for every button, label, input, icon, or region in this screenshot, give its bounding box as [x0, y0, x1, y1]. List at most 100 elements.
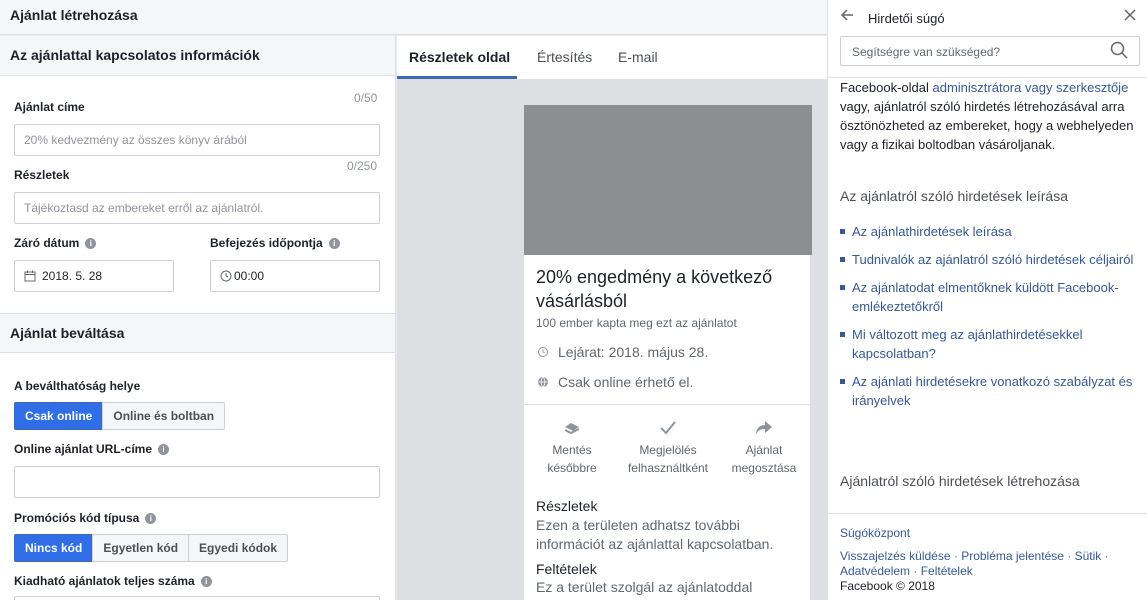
share-line2: megosztása — [731, 461, 797, 475]
admin-editor-link[interactable]: adminisztrátora vagy szerkesztője — [933, 80, 1129, 95]
promo-type-label-text: Promóciós kód típusa — [14, 511, 140, 525]
close-icon[interactable] — [1124, 8, 1136, 26]
share-offer-action[interactable]: Ajánlat megosztása — [716, 415, 812, 477]
info-icon[interactable]: i — [200, 576, 212, 587]
details-label: Részletek — [14, 168, 70, 182]
clock-icon — [220, 270, 232, 282]
page-title: Ajánlat létrehozása — [10, 7, 138, 23]
section-redeem-title: Ajánlat beváltása — [0, 313, 395, 353]
mark-used-line2: felhasználtként — [627, 461, 709, 475]
redeem-online-only-button[interactable]: Csak online — [14, 402, 104, 430]
help-section2-title[interactable]: Ajánlatról szóló hirdetések létrehozása — [840, 473, 1080, 489]
footer-separator: · — [1101, 549, 1109, 563]
redeem-online-and-store-button[interactable]: Online és boltban — [102, 402, 226, 430]
info-icon[interactable]: i — [85, 238, 97, 249]
help-panel: Hirdetői súgó Segítségre van szükséged? … — [827, 0, 1147, 600]
footer-separator: · — [950, 549, 962, 563]
share-line1: Ajánlat — [745, 443, 783, 457]
total-offers-label: Kiadható ajánlatok teljes száma i — [14, 574, 212, 588]
details-counter: 0/250 — [347, 159, 378, 173]
search-icon[interactable] — [1110, 41, 1128, 59]
offer-url-input[interactable] — [14, 466, 380, 498]
report-problem-link[interactable]: Probléma jelentése — [961, 549, 1064, 563]
footer-separator: · — [1063, 549, 1075, 563]
mark-used-action[interactable]: Megjelölés felhasználtként — [620, 415, 716, 477]
clock-icon — [538, 347, 548, 357]
preview-panel: Részletek oldal Értesítés E-mail 20% eng… — [397, 36, 827, 600]
help-link-item[interactable]: Az ajánlatodat elmentőknek küldött Faceb… — [840, 278, 1135, 316]
help-footer: Súgóközpont Visszajelzés küldése · Probl… — [828, 513, 1147, 600]
footer-links: Visszajelzés küldése · Probléma jelentés… — [840, 549, 1140, 579]
preview-claimed-count: 100 ember kapta meg ezt az ajánlatot — [536, 316, 737, 330]
section-offer-info-title: Az ajánlattal kapcsolatos információk — [0, 36, 395, 76]
copyright: Facebook © 2018 — [840, 579, 935, 593]
save-for-later-action[interactable]: Mentés későbbre — [524, 415, 620, 477]
tab-details-page[interactable]: Részletek oldal — [409, 49, 510, 65]
end-date-label: Záró dátum i — [14, 236, 97, 250]
preview-tabs: Részletek oldal Értesítés E-mail — [397, 36, 827, 80]
info-icon[interactable]: i — [158, 444, 170, 455]
help-center-link[interactable]: Súgóközpont — [840, 526, 910, 540]
offer-form-panel: Az ajánlattal kapcsolatos információk Aj… — [0, 36, 396, 600]
end-time-field[interactable]: 00:00 — [210, 260, 380, 292]
help-title: Hirdetői súgó — [868, 11, 945, 26]
save-action-line2: későbbre — [547, 461, 597, 475]
redeem-location-toggle: Csak online Online és boltban — [14, 402, 226, 430]
total-offers-label-text: Kiadható ajánlatok teljes száma — [14, 574, 195, 588]
url-label-text: Online ajánlat URL-címe — [14, 442, 153, 456]
preview-terms-text: Ez a terület szolgál az ajánlatoddal kap… — [536, 579, 762, 600]
help-search-input[interactable]: Segítségre van szükséged? — [840, 36, 1140, 66]
offer-preview-card: 20% engedmény a következő vásárlásból 10… — [523, 104, 812, 600]
active-tab-indicator — [397, 76, 517, 79]
tab-notification[interactable]: Értesítés — [537, 49, 592, 65]
promo-type-label: Promóciós kód típusa i — [14, 511, 157, 525]
info-icon[interactable]: i — [328, 238, 340, 249]
help-intro-post: vagy, ajánlatról szóló hirdetés létrehoz… — [840, 99, 1134, 152]
help-link-item[interactable]: Tudnivalók az ajánlatról szóló hirdetése… — [840, 250, 1135, 269]
cookies-link[interactable]: Sütik — [1075, 549, 1102, 563]
total-offers-input[interactable] — [14, 596, 380, 600]
mark-used-line1: Megjelölés — [639, 443, 697, 457]
save-action-line1: Mentés — [552, 443, 592, 457]
help-section-title: Az ajánlatról szóló hirdetések leírása — [840, 188, 1069, 204]
preview-offer-title: 20% engedmény a következő vásárlásból — [536, 267, 773, 311]
end-date-field[interactable]: 2018. 5. 28 — [14, 260, 174, 292]
redeem-location-label: A beválthatóság helye — [14, 379, 141, 393]
end-time-value: 00:00 — [234, 269, 265, 283]
back-arrow-icon[interactable] — [840, 8, 854, 27]
privacy-link[interactable]: Adatvédelem — [840, 564, 910, 578]
globe-icon — [538, 376, 548, 388]
calendar-icon — [24, 270, 36, 282]
check-icon — [660, 421, 676, 435]
promo-unique-codes-button[interactable]: Egyedi kódok — [188, 534, 289, 562]
share-icon — [756, 421, 772, 435]
feedback-link[interactable]: Visszajelzés küldése — [840, 549, 951, 563]
end-time-label: Befejezés időpontja i — [210, 236, 340, 250]
preview-availability: Csak online érhető el. — [558, 374, 694, 390]
info-icon[interactable]: i — [145, 513, 157, 524]
promo-type-toggle: Nincs kód Egyetlen kód Egyedi kódok — [14, 534, 289, 562]
tab-email[interactable]: E-mail — [618, 49, 658, 65]
help-link-item[interactable]: Az ajánlati hirdetésekre vonatkozó szabá… — [840, 372, 1135, 410]
end-date-label-text: Záró dátum — [14, 236, 80, 250]
offer-image-placeholder — [524, 105, 812, 255]
promo-single-code-button[interactable]: Egyetlen kód — [92, 534, 190, 562]
preview-terms-heading: Feltételek — [536, 561, 597, 577]
end-date-value: 2018. 5. 28 — [42, 269, 103, 283]
details-input[interactable]: Tájékoztasd az embereket erről az ajánla… — [14, 192, 380, 224]
preview-details-text: Ezen a területen adhatsz további informá… — [536, 517, 774, 552]
offer-title-label: Ajánlat címe — [14, 100, 85, 114]
preview-expiry: Lejárat: 2018. május 28. — [558, 344, 709, 360]
help-link-item[interactable]: Az ajánlathirdetések leírása — [840, 222, 1135, 241]
end-time-label-text: Befejezés időpontja — [210, 236, 323, 250]
preview-details-heading: Részletek — [536, 498, 598, 514]
offer-title-counter: 0/50 — [354, 91, 378, 105]
help-link-item[interactable]: Mi változott meg az ajánlathirdetésekkel… — [840, 325, 1135, 363]
help-header: Hirdetői súgó Segítségre van szükséged? — [828, 0, 1147, 78]
offer-title-input[interactable]: 20% kedvezmény az összes könyv árából — [14, 124, 380, 156]
help-intro-pre: Facebook-oldal — [840, 80, 933, 95]
terms-link[interactable]: Feltételek — [921, 564, 973, 578]
footer-separator: · — [910, 564, 921, 578]
top-bar: Ajánlat létrehozása — [0, 0, 827, 35]
promo-no-code-button[interactable]: Nincs kód — [14, 534, 94, 562]
